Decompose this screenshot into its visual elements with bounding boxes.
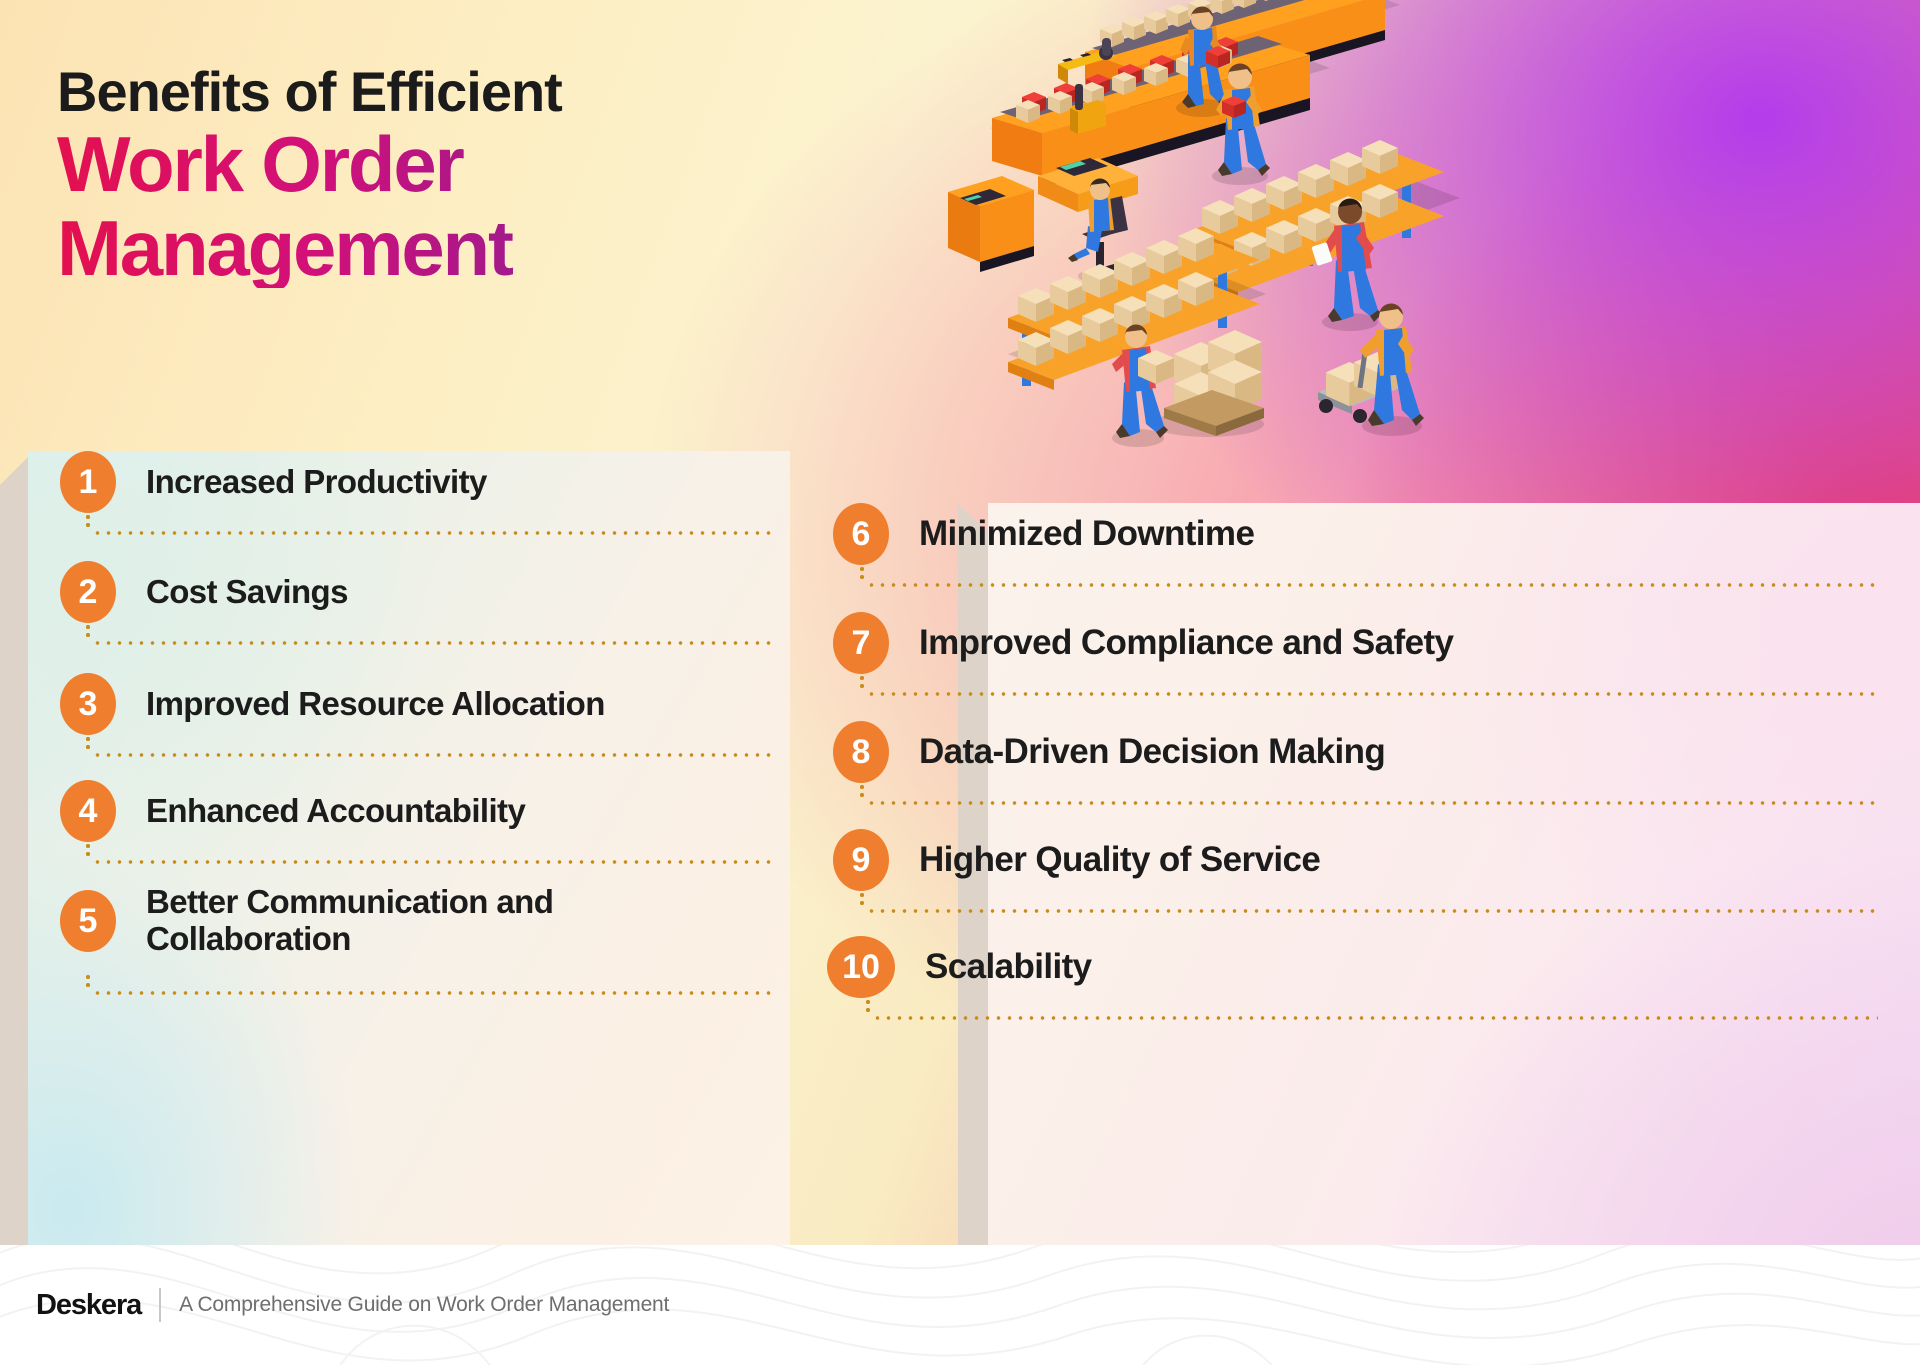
title-line-2: Work Order — [57, 125, 877, 205]
infographic-canvas: Benefits of Efficient Work Order Managem… — [0, 0, 1920, 1365]
list-item-7[interactable]: 7 Improved Compliance and Safety — [833, 612, 1893, 674]
list-item-4-number: 4 — [60, 780, 116, 842]
list-item-8-label: Data-Driven Decision Making — [919, 732, 1386, 772]
list-item-6[interactable]: 6 Minimized Downtime — [833, 503, 1873, 565]
list-item-5-number: 5 — [60, 890, 116, 952]
list-item-10[interactable]: 10 Scalability — [827, 936, 1867, 998]
list-item-1[interactable]: 1 Increased Productivity — [60, 451, 780, 513]
page-title: Benefits of Efficient Work Order Managem… — [57, 62, 877, 288]
list-item-9[interactable]: 9 Higher Quality of Service — [833, 829, 1873, 891]
list-item-5-label: Better Communication and Collaboration — [146, 883, 554, 957]
title-line-3: Management — [57, 208, 877, 289]
list-item-9-number: 9 — [833, 829, 889, 891]
list-item-2[interactable]: 2 Cost Savings — [60, 561, 780, 623]
list-item-8-number: 8 — [833, 721, 889, 783]
list-item-2-number: 2 — [60, 561, 116, 623]
left-panel-shadow — [0, 455, 30, 1290]
list-item-2-label: Cost Savings — [146, 572, 348, 610]
list-item-7-label: Improved Compliance and Safety — [919, 623, 1454, 663]
title-line-1: Benefits of Efficient — [57, 60, 563, 123]
list-item-10-label: Scalability — [925, 947, 1092, 987]
footer: Deskera A Comprehensive Guide on Work Or… — [0, 1245, 1920, 1365]
list-item-4[interactable]: 4 Enhanced Accountability — [60, 780, 780, 842]
list-item-10-number: 10 — [827, 936, 895, 998]
list-item-7-number: 7 — [833, 612, 889, 674]
list-item-6-number: 6 — [833, 503, 889, 565]
footer-tagline: A Comprehensive Guide on Work Order Mana… — [179, 1293, 670, 1316]
footer-divider — [159, 1288, 162, 1322]
list-item-3-number: 3 — [60, 673, 116, 735]
list-item-4-label: Enhanced Accountability — [146, 791, 526, 829]
list-item-8[interactable]: 8 Data-Driven Decision Making — [833, 721, 1873, 783]
list-item-1-number: 1 — [60, 451, 116, 513]
list-item-3-label: Improved Resource Allocation — [146, 684, 605, 722]
list-item-5[interactable]: 5 Better Communication and Collaboration — [60, 869, 760, 973]
list-item-9-label: Higher Quality of Service — [919, 840, 1321, 880]
isometric-warehouse-illustration — [930, 0, 1490, 470]
list-item-1-label: Increased Productivity — [146, 462, 487, 500]
list-item-6-label: Minimized Downtime — [919, 514, 1255, 554]
deskera-logo[interactable]: Deskera — [36, 1289, 142, 1322]
list-item-3[interactable]: 3 Improved Resource Allocation — [60, 673, 780, 735]
footer-content: Deskera A Comprehensive Guide on Work Or… — [36, 1245, 669, 1365]
